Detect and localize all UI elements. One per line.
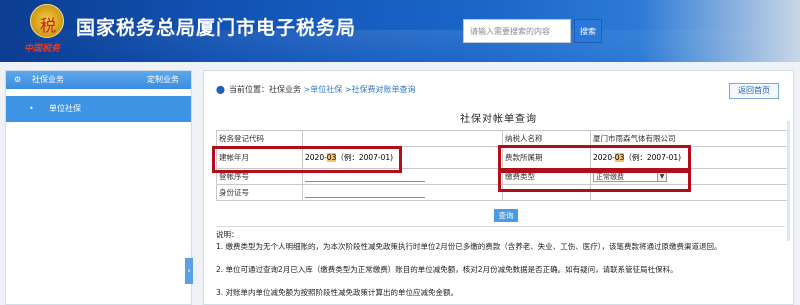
- note-item: 1. 缴费类型为无个人明细账的，为本次阶段性减免政策执行时单位2月份已多缴的费款…: [216, 242, 722, 251]
- note-item: 3. 对账单内单位减免额为按照阶段性减免政策计算出的单位应减免金额。: [216, 288, 459, 297]
- notes-section: 说明： 1. 缴费类型为无个人明细账的，为本次阶段性减免政策执行时单位2月份已多…: [216, 229, 786, 305]
- site-header: 税 中国税务 国家税务总局厦门市电子税务局 请输入需要搜索的内容 搜索: [0, 0, 800, 62]
- collapse-sidebar-button[interactable]: ‹: [185, 258, 193, 284]
- query-button[interactable]: 查询: [494, 209, 518, 222]
- site-title: 国家税务总局厦门市电子税务局: [76, 17, 357, 39]
- breadcrumb-link-statement-query[interactable]: 社保费对账单查询: [351, 85, 415, 94]
- breadcrumb-sep-1: >: [300, 85, 311, 94]
- search-input[interactable]: 请输入需要搜索的内容: [463, 19, 571, 43]
- breadcrumb: ⬤ 当前位置：社保业务 >单位社保 >社保费对账单查询: [216, 84, 415, 95]
- id-no-input[interactable]: [305, 188, 425, 198]
- id-no-label: 身份证号: [216, 184, 303, 201]
- highlight-box-account-month: [212, 146, 402, 173]
- tax-code-field[interactable]: [302, 130, 503, 147]
- tax-code-label: 税务登记代码: [216, 130, 303, 147]
- back-home-button[interactable]: 返回首页: [729, 83, 779, 99]
- sidebar-category[interactable]: ⚙ 社保业务 定制业务: [6, 71, 191, 89]
- reg-no-input[interactable]: [305, 172, 425, 182]
- sidebar-item-label: 单位社保: [49, 104, 81, 113]
- divider: [216, 226, 785, 227]
- sidebar-item-unit-social-security[interactable]: • 单位社保: [6, 96, 191, 122]
- highlight-box-fee-period: [498, 145, 691, 171]
- bullet-icon: •: [29, 104, 34, 113]
- form-title: 社保对帐单查询: [460, 114, 537, 125]
- breadcrumb-prefix: 当前位置：: [228, 85, 269, 94]
- emblem-glyph: 税: [40, 16, 57, 35]
- main-panel: ⬤ 当前位置：社保业务 >单位社保 >社保费对账单查询 返回首页 社保对帐单查询 …: [203, 70, 794, 305]
- breadcrumb-link-unit-social-security[interactable]: 单位社保: [310, 85, 342, 94]
- logo-subtitle: 中国税务: [24, 44, 61, 54]
- location-pin-icon: ⬤: [216, 85, 225, 94]
- gear-icon: ⚙: [14, 75, 22, 84]
- highlight-box-fee-type: [498, 170, 691, 192]
- note-item: 2. 单位可通过查询2月已入库（缴费类型为正常缴费）账目的单位减免额，核对2月份…: [216, 265, 678, 274]
- id-no-field[interactable]: [302, 184, 503, 201]
- sidebar: ⚙ 社保业务 定制业务 • 单位社保: [5, 70, 192, 305]
- tax-emblem-icon: 税: [30, 4, 64, 38]
- scrollbar[interactable]: [787, 121, 790, 241]
- sidebar-category-label: 社保业务: [32, 75, 64, 84]
- customize-link[interactable]: 定制业务: [147, 71, 179, 89]
- breadcrumb-root: 社保业务: [268, 85, 301, 94]
- notes-heading: 说明：: [216, 230, 239, 239]
- search-button[interactable]: 搜索: [574, 19, 602, 43]
